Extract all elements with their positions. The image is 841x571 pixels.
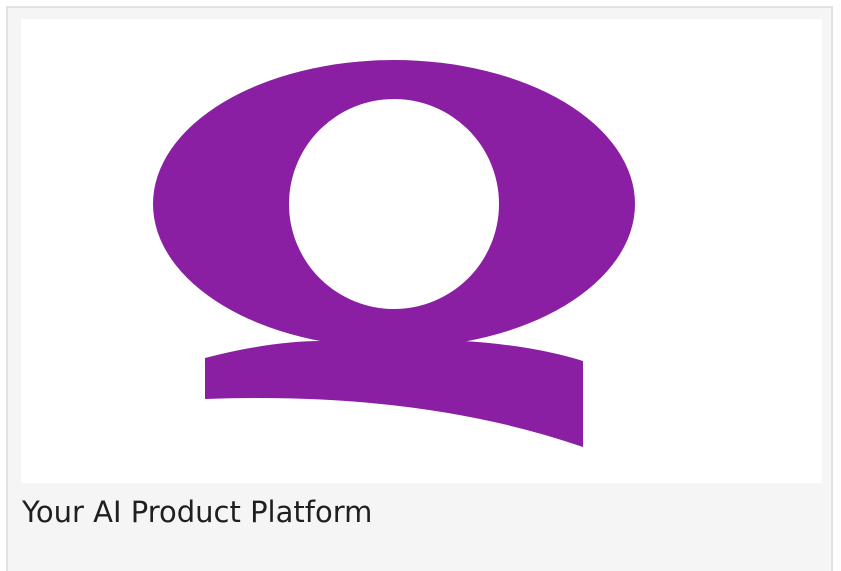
q-logo-tail (205, 341, 583, 447)
product-logo-image (21, 19, 822, 483)
product-caption: Your AI Product Platform (22, 495, 373, 529)
q-logo-icon (153, 60, 635, 447)
q-logo-ring (153, 60, 635, 348)
product-card[interactable]: Your AI Product Platform (6, 6, 833, 571)
